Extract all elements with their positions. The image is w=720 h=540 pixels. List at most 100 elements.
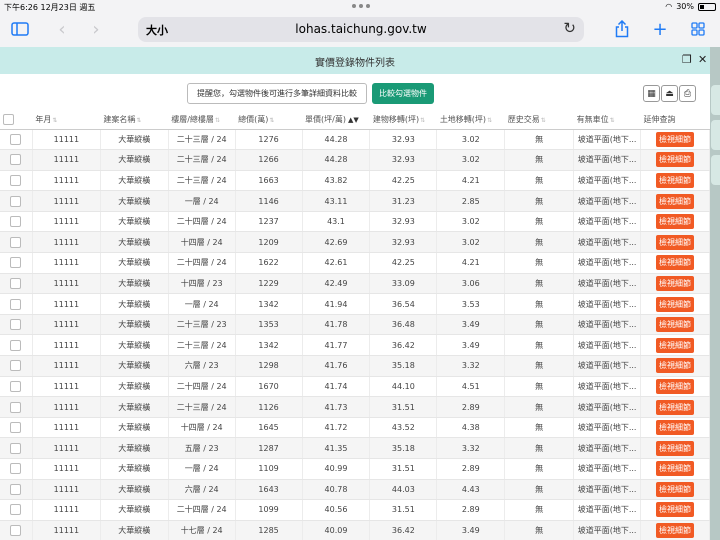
compare-selected-button[interactable]: 比較勾選物件 [372, 83, 434, 104]
table-row[interactable]: 11111 大華縱橫 二十三層 / 24 1342 41.77 36.42 3.49 無坡道平… [0, 334, 710, 357]
row-select-cell[interactable] [0, 520, 33, 540]
table-row[interactable]: 11111 大華縱橫 五層 / 23 1287 41.35 35.18 3.32 無坡道平面(… [0, 437, 710, 459]
multitasking-dots[interactable] [352, 4, 370, 8]
sort-icon[interactable]: ⇅ [420, 117, 425, 124]
row-checkbox[interactable] [10, 298, 22, 310]
table-row[interactable]: 11111 大華縱橫 二十三層 / 24 1126 41.73 31.51 2.89 無坡道平… [0, 396, 710, 418]
table-row[interactable]: 11111 大華縱橫 一層 / 24 1146 43.11 31.23 2.85 無坡道平面(… [0, 190, 710, 212]
print-icon[interactable]: ⎙ [679, 85, 696, 102]
row-checkbox[interactable] [10, 401, 22, 413]
table-row[interactable]: 11111 大華縱橫 二十四層 / 24 1670 41.74 44.10 4.51 無坡道平… [0, 376, 710, 398]
sort-icon[interactable]: ⇅ [610, 117, 615, 124]
table-row[interactable]: 11111 大華縱橫 十四層 / 24 1645 41.72 43.52 4.38 無坡道平面… [0, 417, 710, 439]
reload-icon[interactable]: ↻ [563, 19, 576, 37]
view-details-button[interactable]: 檢視細節 [656, 399, 695, 415]
side-tab[interactable] [711, 120, 720, 150]
sort-icon[interactable]: ⇅ [215, 117, 220, 124]
view-details-button[interactable]: 檢視細節 [656, 172, 695, 188]
view-details-button[interactable]: 檢視細節 [656, 461, 695, 477]
row-checkbox[interactable] [10, 133, 22, 145]
row-select-cell[interactable] [0, 129, 33, 151]
table-row[interactable]: 11111 大華縱橫 一層 / 24 1342 41.94 36.54 3.53 無坡道平面(… [0, 293, 710, 315]
col-header-total-price[interactable]: 總價(萬)⇅ [235, 110, 303, 130]
row-checkbox[interactable] [10, 236, 22, 248]
row-checkbox[interactable] [10, 195, 22, 207]
row-select-cell[interactable] [0, 190, 33, 212]
row-select-cell[interactable] [0, 499, 33, 521]
view-details-button[interactable]: 檢視細節 [656, 131, 695, 147]
table-row[interactable]: 11111 大華縱橫 二十四層 / 24 1237 43.1 32.93 3.02 無坡道平面… [0, 211, 710, 233]
row-checkbox[interactable] [10, 483, 22, 495]
view-details-button[interactable]: 檢視細節 [656, 337, 695, 353]
row-checkbox[interactable] [10, 380, 22, 392]
sort-icon[interactable]: ⇅ [269, 117, 274, 124]
view-details-button[interactable]: 檢視細節 [656, 152, 695, 168]
select-all-header[interactable] [0, 110, 33, 130]
new-tab-icon[interactable]: + [648, 18, 672, 40]
forward-icon[interactable]: › [84, 18, 108, 40]
row-select-cell[interactable] [0, 293, 33, 315]
view-details-button[interactable]: 檢視細節 [656, 523, 695, 539]
row-select-cell[interactable] [0, 334, 33, 357]
view-details-button[interactable]: 檢視細節 [656, 296, 695, 312]
row-checkbox[interactable] [10, 216, 22, 228]
view-details-button[interactable]: 檢視細節 [656, 193, 695, 209]
view-details-button[interactable]: 檢視細節 [656, 481, 695, 497]
table-row[interactable]: 11111 大華縱橫 六層 / 24 1643 40.78 44.03 4.43 無坡道平面(… [0, 479, 710, 501]
table-row[interactable]: 11111 大華縱橫 一層 / 24 1109 40.99 31.51 2.89 無坡道平面(… [0, 458, 710, 480]
view-details-button[interactable]: 檢視細節 [656, 255, 695, 271]
view-details-button[interactable]: 檢視細節 [656, 275, 695, 291]
table-row[interactable]: 11111 大華縱橫 十四層 / 24 1209 42.69 32.93 3.02 無坡道平面… [0, 231, 710, 254]
row-checkbox[interactable] [10, 257, 22, 269]
view-details-button[interactable]: 檢視細節 [656, 378, 695, 394]
row-checkbox[interactable] [10, 277, 22, 289]
row-checkbox[interactable] [10, 504, 22, 516]
row-select-cell[interactable] [0, 273, 33, 295]
side-tab[interactable] [711, 155, 720, 185]
tabs-overview-icon[interactable] [686, 18, 710, 40]
sort-icon[interactable]: ⇅ [52, 117, 57, 124]
row-checkbox[interactable] [10, 360, 22, 372]
table-row[interactable]: 11111 大華縱橫 六層 / 23 1298 41.76 35.18 3.32 無坡道平面(… [0, 355, 710, 377]
row-checkbox[interactable] [10, 319, 22, 331]
view-details-button[interactable]: 檢視細節 [656, 440, 695, 456]
table-row[interactable]: 11111 大華縱橫 二十三層 / 24 1266 44.28 32.93 3.02 無坡道平… [0, 149, 710, 171]
row-select-cell[interactable] [0, 231, 33, 254]
view-details-button[interactable]: 檢視細節 [656, 234, 695, 250]
table-row[interactable]: 11111 大華縱橫 二十三層 / 24 1663 43.82 42.25 4.21 無坡道平… [0, 170, 710, 192]
row-select-cell[interactable] [0, 479, 33, 501]
row-checkbox[interactable] [10, 463, 22, 475]
row-checkbox[interactable] [10, 154, 22, 166]
view-details-button[interactable]: 檢視細節 [656, 420, 695, 436]
col-header-project[interactable]: 建案名稱⇅ [100, 110, 169, 130]
view-details-button[interactable]: 檢視細節 [656, 214, 695, 230]
col-header-unit-price[interactable]: 單價(坪/萬) ▲▼ [302, 110, 370, 130]
table-row[interactable]: 11111 大華縱橫 二十三層 / 23 1353 41.78 36.48 3.49 無坡道平… [0, 314, 710, 336]
share-icon[interactable] [610, 18, 634, 40]
row-select-cell[interactable] [0, 170, 33, 192]
row-checkbox[interactable] [10, 339, 22, 351]
row-checkbox[interactable] [10, 174, 22, 186]
table-row[interactable]: 11111 大華縱橫 二十三層 / 24 1276 44.28 32.93 3.02 無坡道平… [0, 129, 710, 151]
select-all-checkbox[interactable] [3, 113, 14, 125]
row-checkbox[interactable] [10, 525, 22, 537]
col-header-history[interactable]: 歷史交易⇅ [504, 110, 574, 130]
row-checkbox[interactable] [10, 442, 22, 454]
sort-icon[interactable]: ⇅ [136, 117, 141, 124]
row-checkbox[interactable] [10, 422, 22, 434]
row-select-cell[interactable] [0, 149, 33, 171]
view-details-button[interactable]: 檢視細節 [656, 317, 695, 333]
row-select-cell[interactable] [0, 396, 33, 418]
row-select-cell[interactable] [0, 458, 33, 480]
view-details-button[interactable]: 檢視細節 [656, 358, 695, 374]
table-row[interactable]: 11111 大華縱橫 十四層 / 23 1229 42.49 33.09 3.06 無坡道平面… [0, 273, 710, 295]
row-select-cell[interactable] [0, 437, 33, 459]
row-select-cell[interactable] [0, 252, 33, 274]
col-header-yearmonth[interactable]: 年月⇅ [32, 110, 101, 130]
maximize-icon[interactable]: ❐ [682, 53, 692, 66]
col-header-parking[interactable]: 有無車位⇅ [573, 110, 641, 130]
back-icon[interactable]: ‹ [50, 18, 74, 40]
row-select-cell[interactable] [0, 376, 33, 398]
sort-icon[interactable]: ⇅ [487, 117, 492, 124]
column-settings-icon[interactable]: ▦ [643, 85, 660, 102]
